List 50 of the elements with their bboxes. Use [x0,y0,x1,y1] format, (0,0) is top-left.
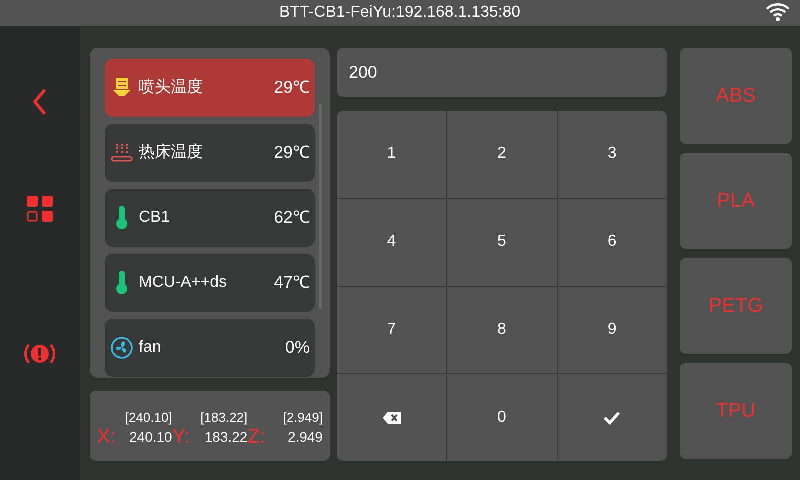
sensor-name: MCU-A++ds [139,273,228,293]
axis-label: Z: [248,426,266,448]
sensor-item[interactable]: MCU-A++ds 47℃ [105,254,315,312]
digit-key[interactable]: 3 [558,111,667,198]
sensor-value: 29℃ [274,77,310,100]
check-icon [603,410,622,425]
thermometer-icon [116,271,128,295]
value-field[interactable]: 200 [337,48,667,97]
digit-key[interactable]: 5 [447,198,557,286]
sensor-item[interactable]: 热床温度 29℃ [105,124,315,182]
sensor-name: CB1 [139,208,172,228]
back-button[interactable] [33,88,47,116]
sensor-item[interactable]: CB1 62℃ [105,189,315,247]
axis-position: 240.10 [130,428,172,448]
sensor-value: 29℃ [274,142,310,164]
heated-bed-icon [111,143,133,163]
sensor-item[interactable]: fan 0% [105,319,315,377]
sensor-value: 47℃ [274,272,310,294]
axis-position: 183.22 [204,428,248,448]
sensor-value: 0% [285,337,310,360]
back-icon [33,88,47,116]
sensor-value: 62℃ [274,207,310,230]
digit-key[interactable]: 1 [337,111,446,198]
fan-icon [111,337,133,359]
nozzle-icon [113,77,131,99]
target-position: [183.22] [200,408,248,427]
digit-key[interactable]: 9 [558,286,667,374]
target-position: [2.949] [283,408,323,427]
axis-position: 2.949 [288,428,323,448]
digit-key[interactable]: 2 [447,111,557,198]
sensor-name: fan [139,338,162,358]
digit-key[interactable]: 8 [447,286,557,374]
axis-label: X: [97,426,116,448]
sensor-name: 热床温度 [139,142,204,163]
sensor-name: 喷头温度 [139,78,204,98]
menu-button[interactable] [26,196,54,223]
digit-key[interactable]: 7 [337,286,446,374]
grid-icon [26,196,54,223]
backspace-icon [382,410,402,425]
digit-key[interactable]: 6 [558,198,667,286]
alert-icon [24,343,56,365]
window-title: BTT-CB1-FeiYu:192.168.1.135:80 [279,3,521,23]
emergency-stop-button[interactable] [24,343,56,365]
thermometer-icon [116,206,128,230]
sensor-item[interactable]: 喷头温度 29℃ [105,59,315,117]
digit-key[interactable]: 4 [337,198,446,286]
axis-label: Y: [172,426,190,448]
digit-key[interactable]: 0 [447,374,557,461]
wifi-icon [766,3,790,22]
target-position: [240.10] [125,408,172,427]
